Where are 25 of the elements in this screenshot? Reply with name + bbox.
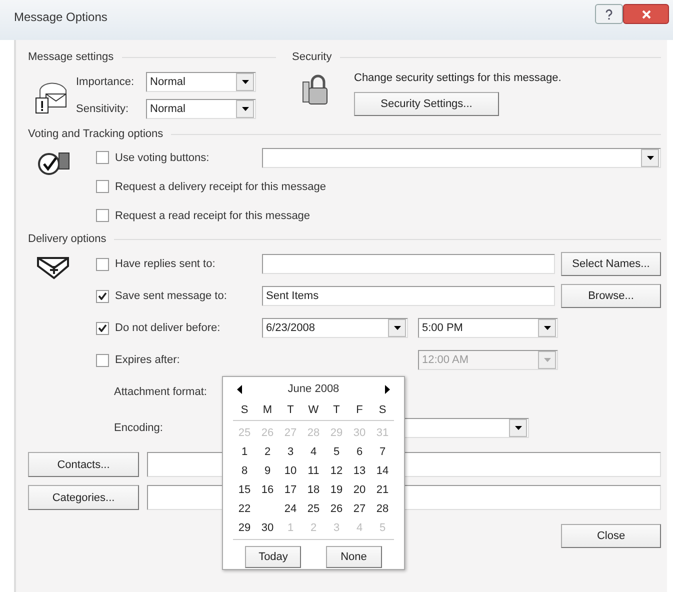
weekday-label: F xyxy=(355,404,364,416)
checkbox-label: Request a read receipt for this message xyxy=(115,210,310,222)
security-description: Change security settings for this message. xyxy=(354,72,562,84)
checkbox-label: Use voting buttons: xyxy=(115,152,210,164)
weekday-label: S xyxy=(240,404,250,416)
month-title: June 2008 xyxy=(288,383,340,395)
weekday-label: T xyxy=(332,404,341,416)
section-heading: Message settings xyxy=(28,51,114,63)
weekday-label: T xyxy=(286,404,295,416)
weekday-label: W xyxy=(307,404,320,416)
checkbox-label: Request a delivery receipt for this message xyxy=(115,180,326,192)
section-heading: Security xyxy=(292,51,332,63)
section-heading: Delivery options xyxy=(28,233,106,245)
checkbox-label: Do not deliver before: xyxy=(115,322,222,334)
weekday-label: S xyxy=(378,404,388,416)
section-heading: Voting and Tracking options xyxy=(28,128,164,140)
checkbox-label: Expires after: xyxy=(115,354,181,366)
field-label: Attachment format: xyxy=(114,386,208,398)
field-label: Sensitivity: xyxy=(76,103,130,115)
field-label: Encoding: xyxy=(114,422,164,434)
field-label: Importance: xyxy=(76,76,136,88)
checkbox-label: Save sent message to: xyxy=(115,290,228,302)
weekday-label: M xyxy=(262,404,274,416)
window-title: Message Options xyxy=(14,10,108,24)
checkbox-label: Have replies sent to: xyxy=(115,258,216,270)
